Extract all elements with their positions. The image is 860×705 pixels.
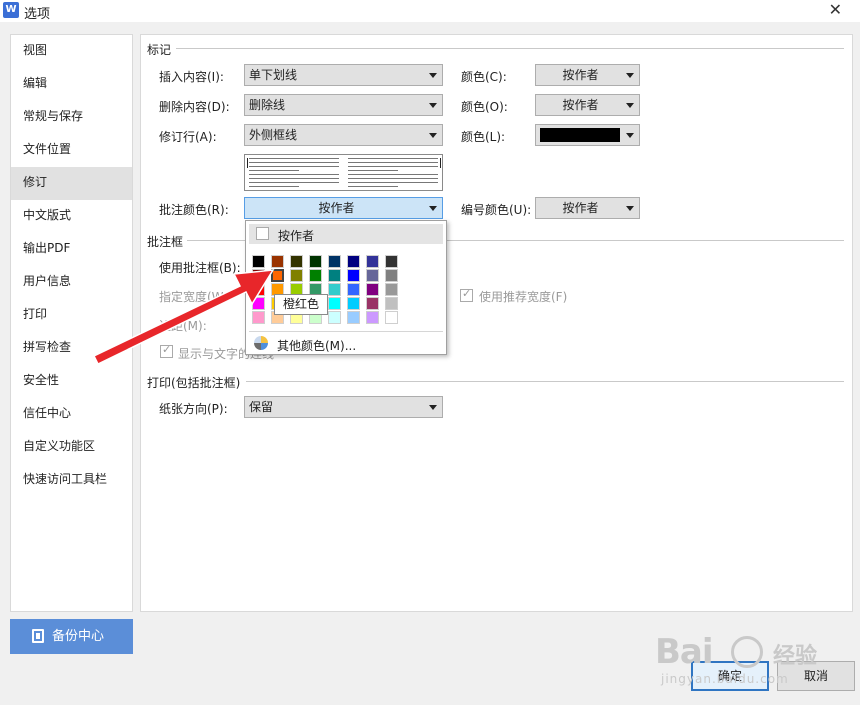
annotation-arrow bbox=[92, 269, 275, 365]
baidu-jingyan-watermark: Bai 经验 jingyan.baidu.com bbox=[655, 632, 855, 692]
paw-logo-icon bbox=[731, 636, 763, 668]
watermark-brand-cn: 经验 bbox=[773, 644, 818, 669]
watermark-url: jingyan.baidu.com bbox=[661, 672, 789, 686]
watermark-brand: Bai bbox=[655, 632, 714, 672]
